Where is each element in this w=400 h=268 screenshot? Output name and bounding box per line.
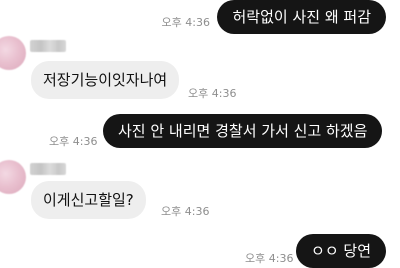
message-timestamp: 오후 4:36 xyxy=(161,16,210,29)
message-timestamp: 오후 4:36 xyxy=(161,205,210,218)
sender-name-blurred xyxy=(30,163,66,175)
incoming-message-bubble[interactable]: 저장기능이잇자나여 xyxy=(31,61,180,99)
message-timestamp: 오후 4:36 xyxy=(49,135,98,148)
sender-avatar[interactable] xyxy=(0,160,26,194)
sender-avatar[interactable] xyxy=(0,36,26,70)
outgoing-message-bubble[interactable]: 사진 안 내리면 경찰서 가서 신고 하겠음 xyxy=(103,114,383,148)
message-timestamp: 오후 4:36 xyxy=(245,252,294,265)
incoming-message-bubble[interactable]: 이게신고할일? xyxy=(31,181,146,219)
message-timestamp: 오후 4:36 xyxy=(188,87,237,100)
outgoing-message-bubble[interactable]: ㅇㅇ 당연 xyxy=(296,234,386,268)
sender-name-blurred xyxy=(30,40,66,52)
outgoing-message-bubble[interactable]: 허락없이 사진 왜 퍼감 xyxy=(217,0,386,34)
